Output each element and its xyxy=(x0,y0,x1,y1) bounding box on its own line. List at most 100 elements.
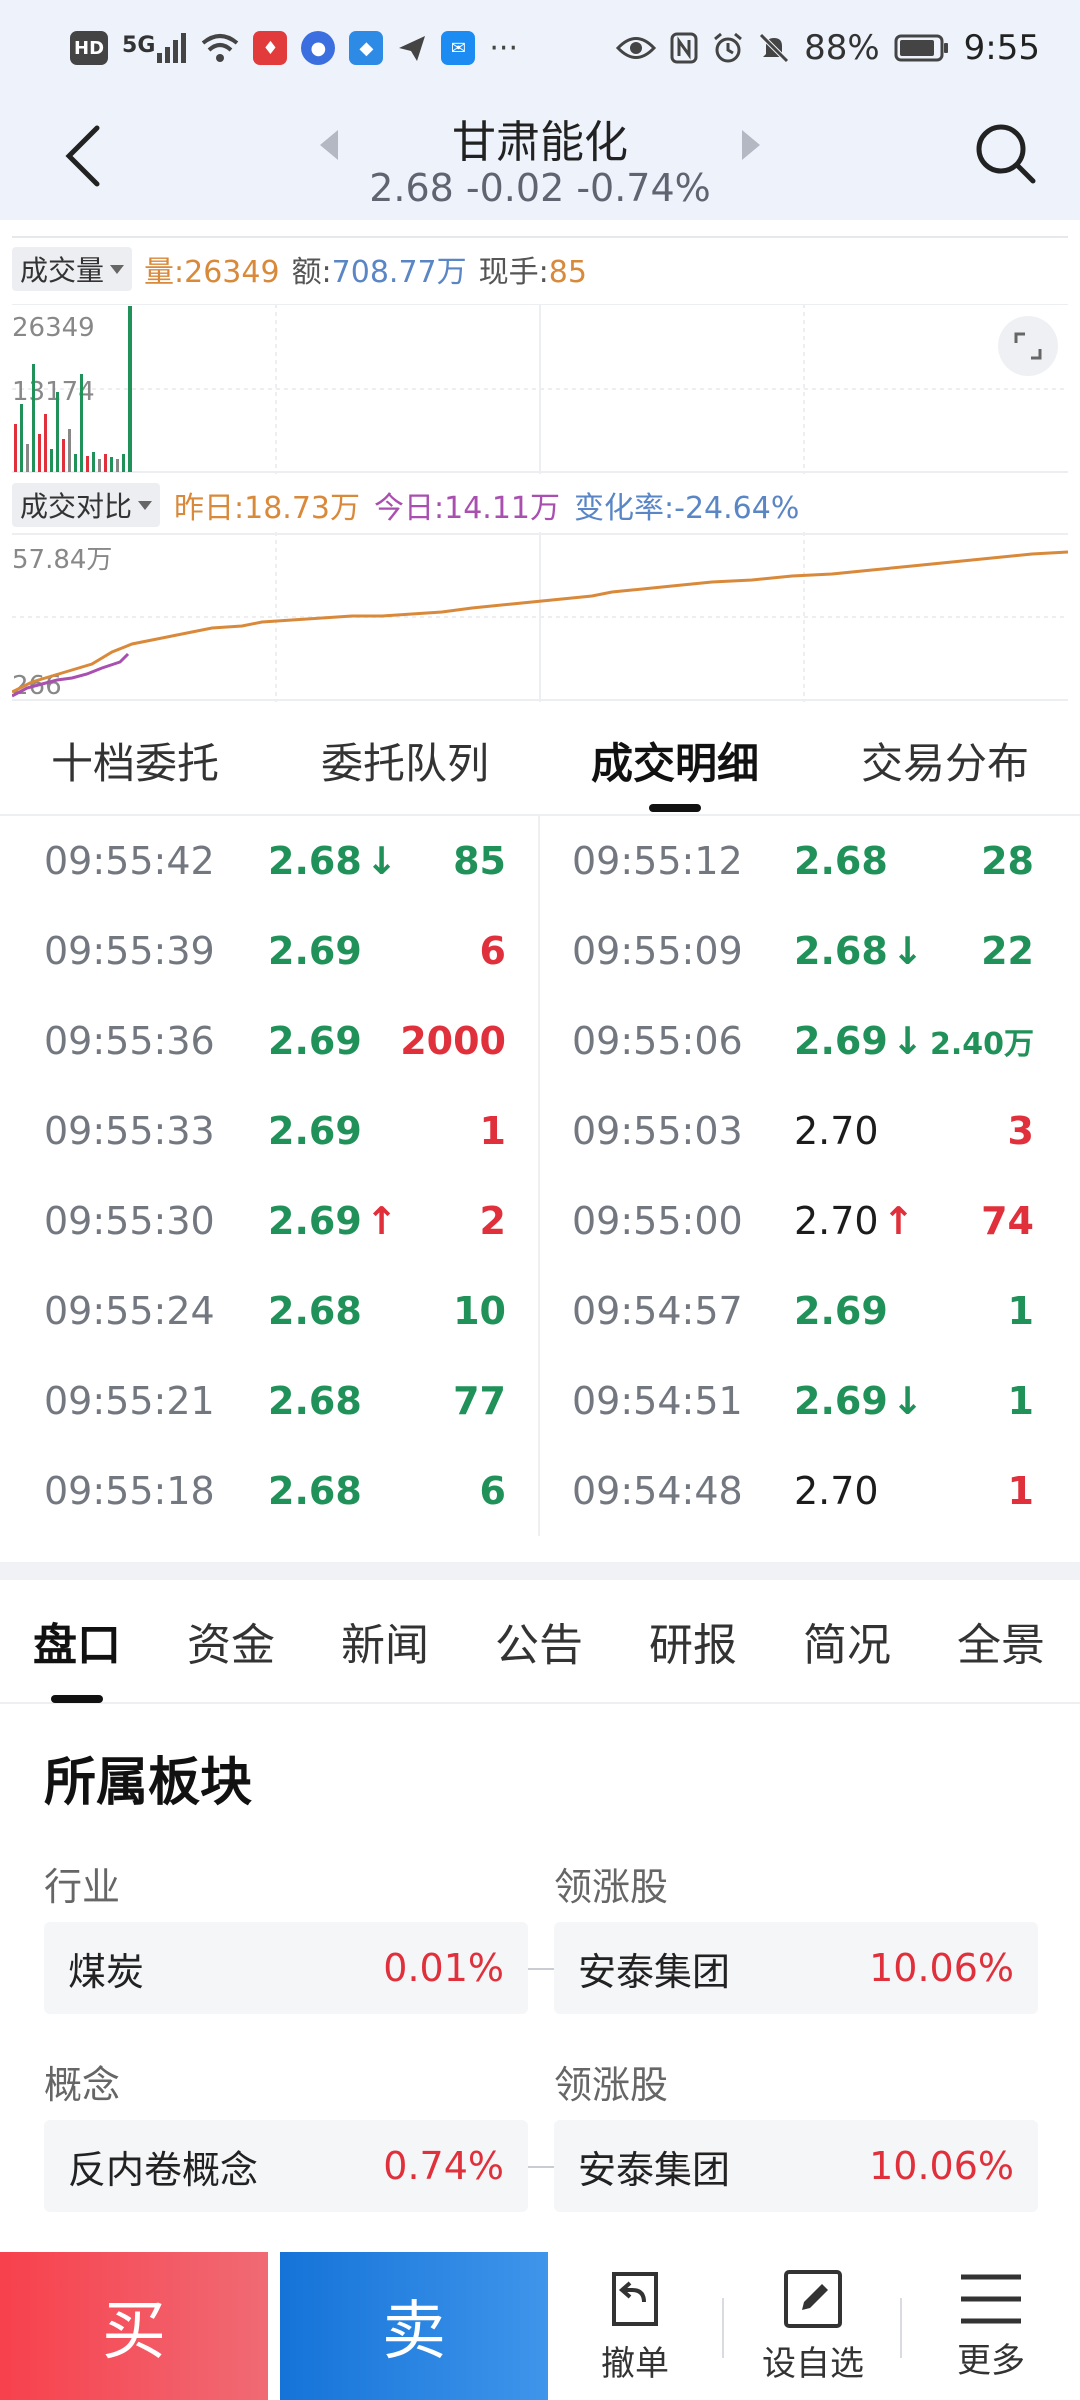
concept-leader-item[interactable]: 安泰集团 10.06% xyxy=(554,2120,1038,2212)
volume-label: 量: xyxy=(144,255,185,290)
tab-profile[interactable]: 简况 xyxy=(770,1579,924,1703)
info-tabs: 盘口 资金 新闻 公告 研报 简况 全景 xyxy=(0,1580,1080,1704)
concept-sector-item[interactable]: 反内卷概念 0.74% xyxy=(44,2120,528,2212)
amount-stat: 额:708.77万 xyxy=(292,247,467,291)
trade-price: 2.68 ↓ xyxy=(794,929,924,973)
tab-label: 资金 xyxy=(187,1620,275,1671)
trade-volume: 2.40万 xyxy=(929,1027,1034,1062)
hand-label: 现手: xyxy=(478,255,549,290)
volume-bar xyxy=(32,364,35,472)
search-icon xyxy=(976,124,1036,184)
send-icon xyxy=(399,36,426,61)
volume-max-label: 26349 xyxy=(12,313,95,343)
trade-price-value: 2.70 xyxy=(794,1199,879,1243)
trade-price: 2.69 xyxy=(794,1289,888,1333)
buy-button[interactable]: 买 xyxy=(0,2252,268,2400)
tab-trade-distribution[interactable]: 交易分布 xyxy=(810,706,1080,814)
trade-row: 09:55:09 2.68 ↓ 22 xyxy=(540,906,1080,996)
amount-value: 708.77万 xyxy=(331,255,467,290)
volume-legend: 成交量 量:26349 额:708.77万 现手:85 xyxy=(12,246,587,292)
cancel-order-button[interactable]: 撤单 xyxy=(550,2252,720,2400)
tab-capital[interactable]: 资金 xyxy=(154,1579,308,1703)
compare-chart: 57.84万 266 xyxy=(12,532,1068,702)
detail-tabs: 十档委托 委托队列 成交明细 交易分布 xyxy=(0,706,1080,816)
arrow-up-icon: ↑ xyxy=(365,1199,398,1243)
clock: 9:55 xyxy=(963,28,1040,68)
trade-price-value: 2.68 xyxy=(794,929,888,973)
volume-bar xyxy=(122,454,125,472)
tab-research[interactable]: 研报 xyxy=(616,1579,770,1703)
chevron-down-icon xyxy=(110,264,125,274)
volume-bar xyxy=(110,457,113,472)
sell-button[interactable]: 卖 xyxy=(280,2252,548,2400)
stock-name: 甘肃能化 xyxy=(452,117,628,168)
add-watchlist-label: 设自选 xyxy=(762,2343,864,2384)
mute-icon xyxy=(759,33,789,63)
expand-icon xyxy=(1014,332,1042,360)
compare-selector[interactable]: 成交对比 xyxy=(12,483,161,527)
volume-bar xyxy=(98,459,101,472)
next-stock-icon[interactable] xyxy=(742,130,760,160)
trade-row: 09:54:57 2.69 1 xyxy=(540,1266,1080,1356)
volume-stat: 量:26349 xyxy=(144,247,280,291)
bottom-action-bar: 买 卖 撤单 设自选 更多 xyxy=(0,2252,1080,2400)
chart-area: 成交量 量:26349 额:708.77万 现手:85 26349 13174 xyxy=(0,220,1080,706)
tab-label: 交易分布 xyxy=(860,738,1029,788)
trade-price: 2.68 xyxy=(268,1379,362,1423)
trade-time: 09:55:36 xyxy=(44,1019,215,1063)
arrow-up-icon: ↑ xyxy=(882,1199,915,1243)
tab-label: 新闻 xyxy=(341,1620,429,1671)
trade-time: 09:55:18 xyxy=(44,1469,215,1513)
tab-order-queue[interactable]: 委托队列 xyxy=(270,706,540,814)
section-divider xyxy=(0,1562,1080,1580)
tab-announcement[interactable]: 公告 xyxy=(462,1579,616,1703)
tab-handicap[interactable]: 盘口 xyxy=(0,1579,154,1703)
hand-stat: 现手:85 xyxy=(479,247,587,291)
hd-icon: HD xyxy=(70,31,109,65)
volume-bar xyxy=(56,392,59,472)
search-button[interactable] xyxy=(966,114,1046,194)
trade-volume: 1 xyxy=(1007,1289,1034,1333)
trade-row: 09:55:06 2.69 ↓ 2.40万 xyxy=(540,996,1080,1086)
battery-percent: 88% xyxy=(804,28,880,68)
trade-price: 2.70 xyxy=(794,1109,879,1153)
tab-news[interactable]: 新闻 xyxy=(308,1579,462,1703)
expand-button[interactable] xyxy=(998,316,1058,376)
trade-volume: 2000 xyxy=(400,1019,506,1063)
cancel-order-label: 撤单 xyxy=(601,2343,669,2384)
tab-label: 公告 xyxy=(495,1620,583,1671)
more-button[interactable]: 更多 xyxy=(906,2252,1076,2400)
tab-ten-level[interactable]: 十档委托 xyxy=(0,706,270,814)
tab-trade-detail[interactable]: 成交明细 xyxy=(540,706,810,814)
tab-panorama[interactable]: 全景 xyxy=(924,1579,1078,1703)
sector-pct: 0.74% xyxy=(383,2144,504,2188)
add-watchlist-button[interactable]: 设自选 xyxy=(728,2252,898,2400)
trade-price-value: 2.70 xyxy=(794,1109,879,1153)
volume-bar xyxy=(26,444,29,472)
volume-bar xyxy=(62,439,65,472)
trade-price-value: 2.69 xyxy=(268,929,362,973)
trade-price-value: 2.68 xyxy=(268,839,362,883)
signal-bars xyxy=(157,33,187,63)
volume-bar xyxy=(74,454,77,472)
today-stat: 今日:14.11万 xyxy=(374,491,561,526)
trade-row: 09:55:18 2.68 6 xyxy=(0,1446,538,1536)
trade-price-value: 2.68 xyxy=(794,839,888,883)
leader-name: 安泰集团 xyxy=(578,2147,731,2192)
industry-sector-item[interactable]: 煤炭 0.01% xyxy=(44,1922,528,2014)
trade-row: 09:55:21 2.68 77 xyxy=(0,1356,538,1446)
volume-selector[interactable]: 成交量 xyxy=(12,247,133,291)
trade-price: 2.69 ↓ xyxy=(794,1019,924,1063)
industry-leader-item[interactable]: 安泰集团 10.06% xyxy=(554,1922,1038,2014)
amount-label: 额: xyxy=(291,255,332,290)
trade-price-value: 2.69 xyxy=(794,1019,888,1063)
trade-volume: 74 xyxy=(981,1199,1034,1243)
separator xyxy=(900,2298,902,2358)
volume-selector-label: 成交量 xyxy=(20,254,105,287)
concept-label: 概念 xyxy=(44,2063,121,2107)
trade-price-value: 2.69 xyxy=(268,1019,362,1063)
trade-price-value: 2.69 xyxy=(268,1199,362,1243)
connector-line xyxy=(528,1968,554,1970)
app-icon-3: ◆ xyxy=(349,31,384,65)
tab-label: 成交明细 xyxy=(590,738,759,788)
